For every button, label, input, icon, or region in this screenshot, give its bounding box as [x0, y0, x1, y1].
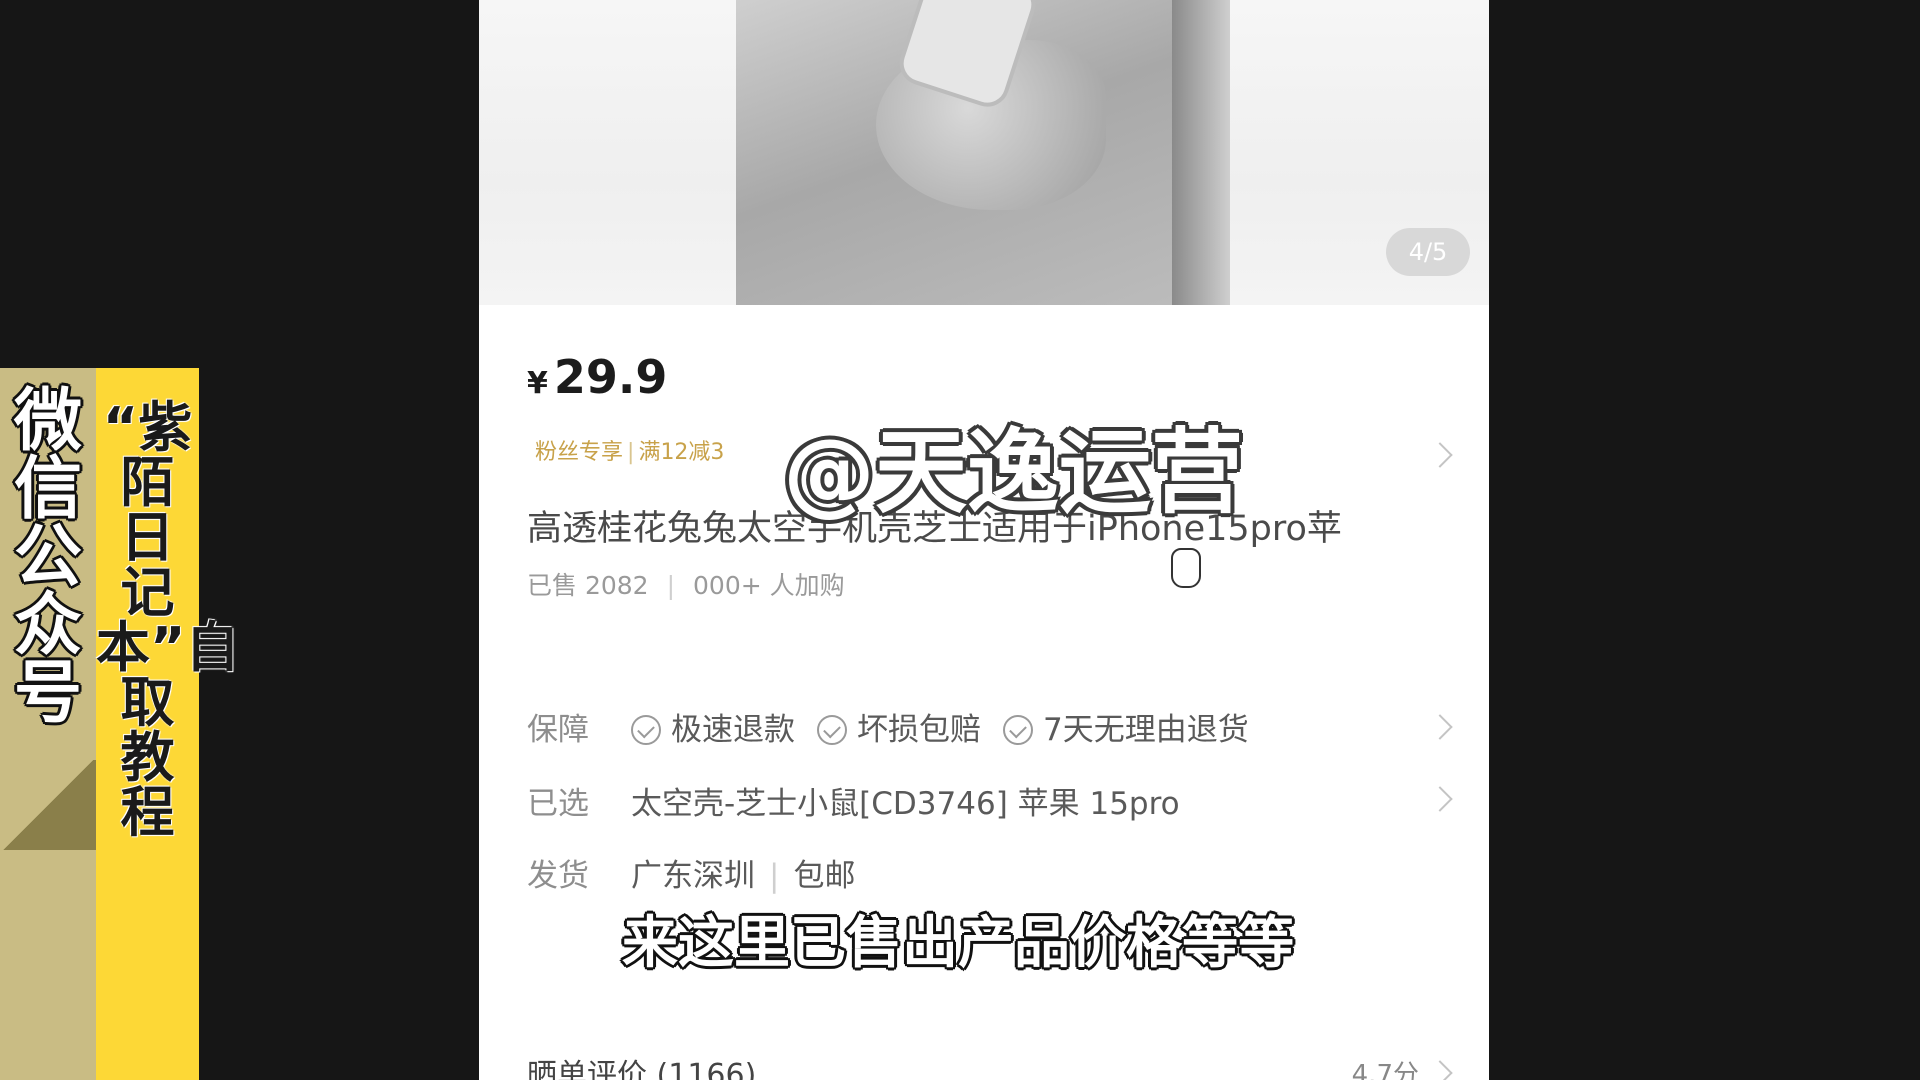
price: ¥29.9 — [527, 350, 667, 404]
product-image-gallery[interactable] — [479, 0, 1489, 305]
shipping-origin: 广东深圳 — [631, 858, 755, 894]
price-value: 29.9 — [553, 350, 668, 404]
check-circle-icon — [631, 715, 661, 745]
check-circle-icon — [1003, 715, 1033, 745]
hand-cursor-icon — [1171, 548, 1201, 588]
product-photo[interactable] — [736, 0, 1230, 305]
shipping-fee: 包邮 — [793, 858, 856, 894]
stats-divider: | — [666, 571, 676, 600]
photo-backdrop — [1172, 0, 1230, 305]
selected-variant[interactable]: 太空壳-芝士小鼠[CD3746] 苹果 15pro — [631, 778, 1180, 823]
shipping-info: 广东深圳 | 包邮 — [631, 850, 855, 895]
shipping-label: 发货 — [527, 858, 589, 894]
chevron-right-icon[interactable] — [1427, 1060, 1453, 1080]
review-rating: 4.7分 — [1351, 1060, 1419, 1080]
guarantee-item: 极速退款 — [631, 704, 795, 749]
sales-stats: 已售 2082 | 000+ 人加购 — [527, 566, 845, 602]
promo-row[interactable]: 粉丝专享 | 满12减3 — [535, 434, 724, 466]
guarantee-label: 保障 — [527, 712, 589, 748]
banner-fold-shadow — [0, 760, 96, 850]
banner-wechat-text: 微信公众号 — [13, 382, 82, 733]
sold-count: 已售 2082 — [527, 571, 649, 600]
promo-tag: 粉丝专享 — [535, 440, 624, 465]
guarantee-item: 7天无理由退货 — [1003, 704, 1249, 749]
currency-symbol: ¥ — [527, 366, 548, 401]
cart-add-count: 000+ 人加购 — [693, 571, 845, 600]
reviews-header[interactable]: 晒单评价 (1166) — [527, 1050, 756, 1080]
video-subtitle: 来这里已售出产品价格等等 — [622, 911, 1294, 976]
image-counter-badge: 4/5 — [1386, 228, 1470, 276]
promo-separator: | — [627, 440, 635, 465]
chevron-right-icon[interactable] — [1427, 786, 1453, 812]
promo-offer: 满12减3 — [638, 440, 725, 465]
shipping-divider: | — [769, 858, 780, 894]
chevron-right-icon[interactable] — [1427, 714, 1453, 740]
chevron-right-icon[interactable] — [1427, 442, 1453, 468]
banner-tutorial-text: “紫陌日记本”自取教程 — [96, 396, 240, 844]
guarantee-item: 坏损包赔 — [817, 704, 981, 749]
watermark-text: @天逸运营 — [783, 419, 1244, 526]
guarantee-list[interactable]: 极速退款 坏损包赔 7天无理由退货 — [631, 704, 1271, 749]
check-circle-icon — [817, 715, 847, 745]
selected-label: 已选 — [527, 786, 589, 822]
